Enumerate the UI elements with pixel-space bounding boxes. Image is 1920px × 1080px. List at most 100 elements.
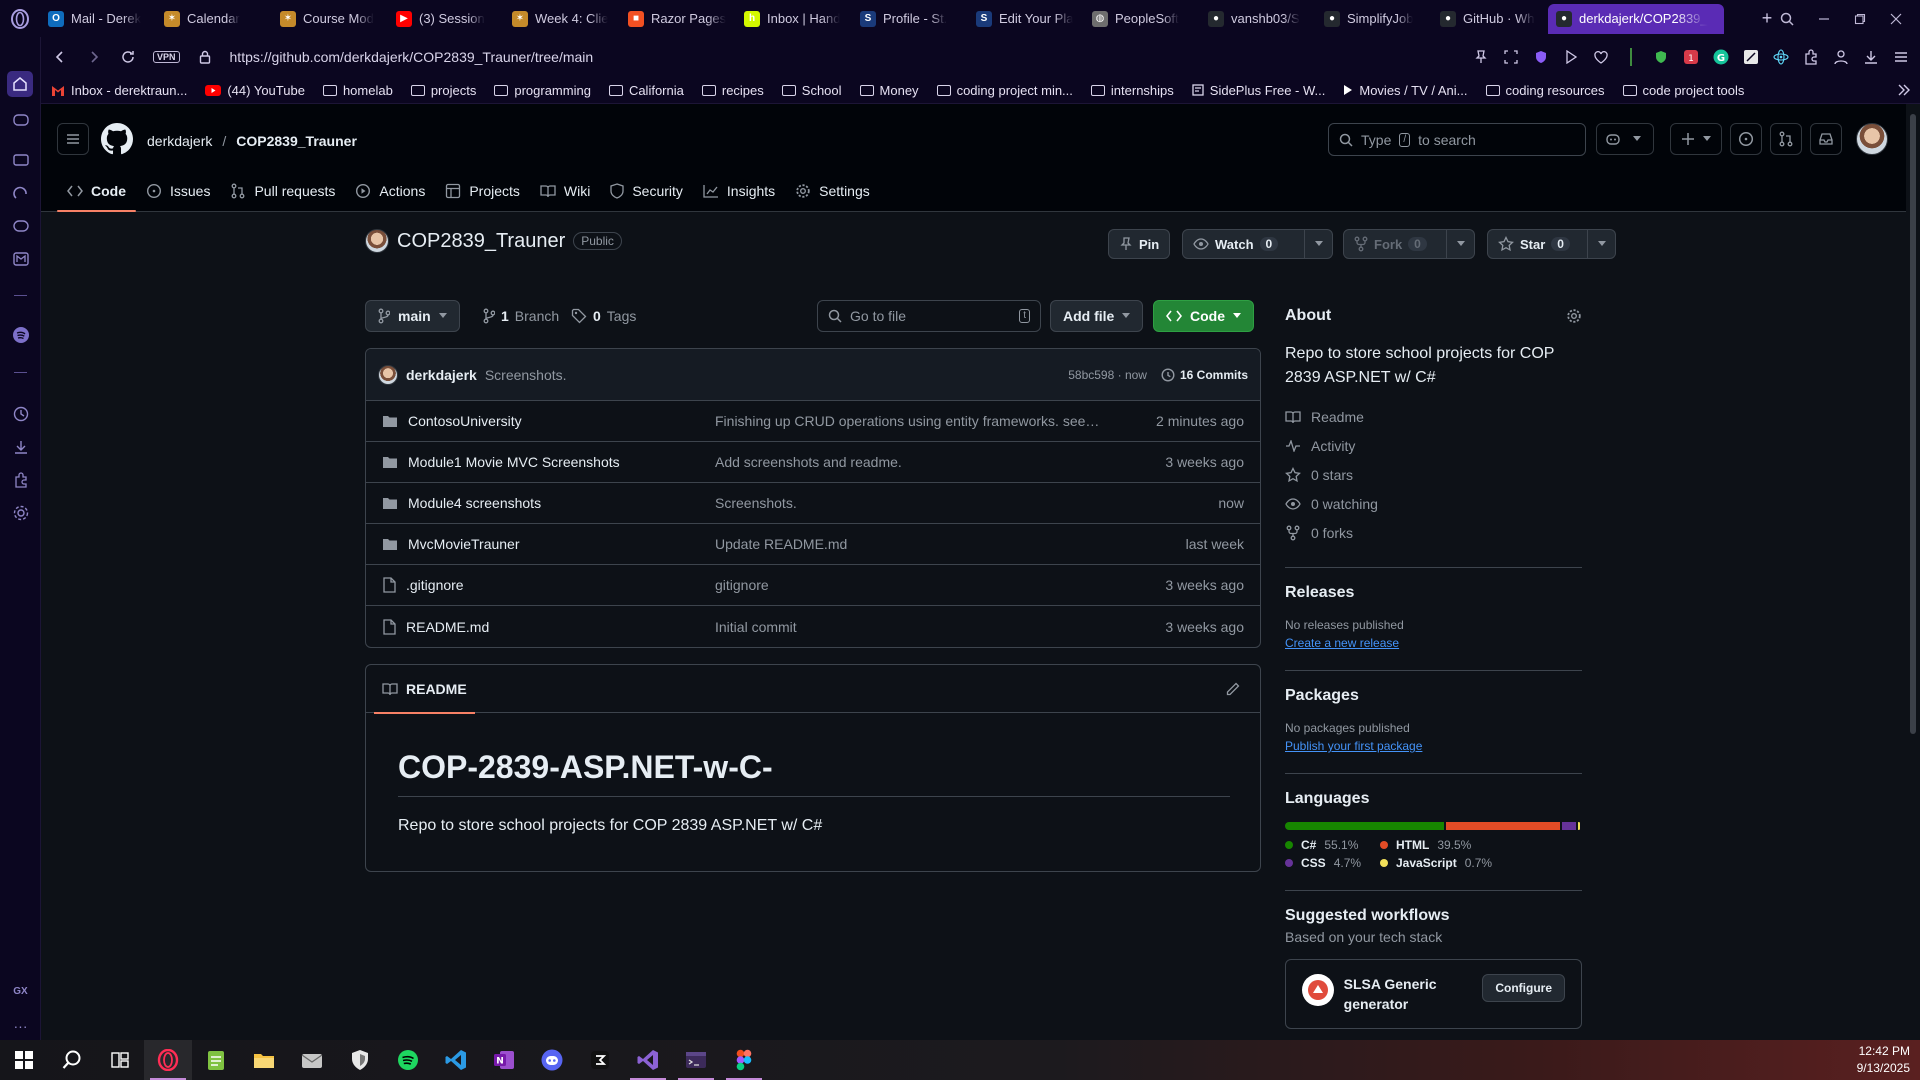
lock-icon[interactable] xyxy=(196,48,214,66)
repo-link[interactable]: COP2839_Trauner xyxy=(236,133,357,149)
browser-tab[interactable]: ● derkdajerk/COP2839_ xyxy=(1548,3,1724,34)
user-avatar[interactable] xyxy=(1856,123,1888,155)
scrollbar-thumb[interactable] xyxy=(1910,114,1916,734)
add-file-button[interactable]: Add file xyxy=(1050,300,1144,332)
tab-wiki[interactable]: Wiki xyxy=(530,170,600,212)
notes-extension-icon[interactable] xyxy=(1742,48,1760,66)
watch-dropdown-button[interactable] xyxy=(1305,229,1333,259)
fork-dropdown-button[interactable] xyxy=(1447,229,1475,259)
shield-extension-icon[interactable] xyxy=(1532,48,1550,66)
pull-requests-button[interactable] xyxy=(1770,123,1802,155)
browser-tab[interactable]: ● vanshb03/S xyxy=(1200,4,1316,34)
about-link[interactable]: 0 watching xyxy=(1285,489,1582,518)
snapshot-icon[interactable] xyxy=(1502,48,1520,66)
tags-link[interactable]: 0 Tags xyxy=(571,300,636,332)
system-clock[interactable]: 12:42 PM 9/13/2025 xyxy=(1857,1043,1920,1077)
bookmark-item[interactable]: programming xyxy=(494,83,591,98)
publish-package-link[interactable]: Publish your first package xyxy=(1285,739,1422,753)
minimize-button[interactable] xyxy=(1818,13,1830,25)
windows-start-icon[interactable] xyxy=(0,1040,48,1080)
easy-setup-icon[interactable] xyxy=(1892,48,1910,66)
github-logo-icon[interactable] xyxy=(101,123,133,155)
vpn-badge[interactable]: VPN xyxy=(153,51,180,63)
search-input[interactable]: Type / to search xyxy=(1328,123,1586,156)
commit-author[interactable]: derkdajerk xyxy=(406,367,477,383)
bookmark-item[interactable]: recipes xyxy=(701,83,764,98)
new-tab-button[interactable]: + xyxy=(1754,6,1780,32)
owner-avatar[interactable] xyxy=(365,229,389,253)
tab-actions[interactable]: Actions xyxy=(345,170,435,212)
ublock-icon[interactable] xyxy=(1652,48,1670,66)
more-icon[interactable]: ··· xyxy=(10,1015,31,1036)
file-name-link[interactable]: Module1 Movie MVC Screenshots xyxy=(408,454,620,470)
home-icon[interactable] xyxy=(7,71,33,97)
table-row[interactable]: .gitignore gitignore 3 weeks ago xyxy=(366,565,1260,606)
file-commit-message[interactable]: Update README.md xyxy=(715,536,1100,552)
notepad-taskbar-icon[interactable] xyxy=(192,1040,240,1080)
file-commit-message[interactable]: Add screenshots and readme. xyxy=(715,454,1100,470)
hamburger-menu-button[interactable] xyxy=(57,123,89,155)
configure-button[interactable]: Configure xyxy=(1482,974,1565,1002)
figma-taskbar-icon[interactable] xyxy=(720,1040,768,1080)
terminal-taskbar-icon[interactable] xyxy=(672,1040,720,1080)
browser-search-icon[interactable] xyxy=(1780,12,1794,26)
back-icon[interactable] xyxy=(51,48,69,66)
packages-title[interactable]: Packages xyxy=(1285,687,1582,705)
file-explorer-icon[interactable] xyxy=(240,1040,288,1080)
pin-button[interactable]: Pin xyxy=(1108,229,1171,259)
url-field[interactable]: https://github.com/derkdajerk/COP2839_Tr… xyxy=(230,49,594,65)
player-control-icon[interactable] xyxy=(1562,48,1580,66)
file-name-link[interactable]: README.md xyxy=(406,619,489,635)
mail-taskbar-icon[interactable] xyxy=(288,1040,336,1080)
close-window-button[interactable] xyxy=(1890,13,1902,25)
go-to-file-input[interactable]: Go to file t xyxy=(817,300,1041,332)
gx-icon[interactable]: GX xyxy=(10,981,31,1002)
owner-link[interactable]: derkdajerk xyxy=(147,133,212,149)
history-icon[interactable] xyxy=(10,403,31,424)
pin-page-icon[interactable] xyxy=(1472,48,1490,66)
heart-icon[interactable] xyxy=(1592,48,1610,66)
code-button[interactable]: Code xyxy=(1153,300,1254,332)
tab-pull-requests[interactable]: Pull requests xyxy=(220,170,345,212)
opera-gx-taskbar-icon[interactable] xyxy=(144,1040,192,1080)
spotify-sidebar-icon[interactable] xyxy=(10,324,31,345)
extensions-icon[interactable] xyxy=(10,469,31,490)
copilot-button[interactable] xyxy=(1596,123,1654,155)
tab-insights[interactable]: Insights xyxy=(693,170,785,212)
spotify-taskbar-icon[interactable] xyxy=(384,1040,432,1080)
restore-button[interactable] xyxy=(1854,13,1866,25)
table-row[interactable]: Module1 Movie MVC Screenshots Add screen… xyxy=(366,442,1260,483)
tab-code[interactable]: Code xyxy=(57,170,136,212)
bookmark-item[interactable]: homelab xyxy=(322,83,393,98)
bookmark-item[interactable]: SidePlus Free - W... xyxy=(1192,83,1325,98)
file-commit-message[interactable]: Screenshots. xyxy=(715,495,1100,511)
downloads-icon[interactable] xyxy=(10,436,31,457)
extension-badge-icon[interactable]: 1 xyxy=(1682,48,1700,66)
bookmark-item[interactable]: California xyxy=(608,83,684,98)
terminal-app-icon[interactable] xyxy=(576,1040,624,1080)
aria-icon[interactable] xyxy=(10,182,31,203)
grammarly-icon[interactable]: G xyxy=(1712,48,1730,66)
browser-tab[interactable]: ● GitHub · Wh xyxy=(1432,4,1548,34)
browser-tab[interactable]: ✶ Week 4: Clie xyxy=(504,4,620,34)
commit-sha[interactable]: 58bc598 xyxy=(1068,368,1114,382)
inbox-button[interactable] xyxy=(1810,123,1842,155)
gamepad-icon[interactable] xyxy=(10,109,31,130)
file-name-link[interactable]: ContosoUniversity xyxy=(408,413,522,429)
file-name-link[interactable]: MvcMovieTrauner xyxy=(408,536,520,552)
forward-icon[interactable] xyxy=(85,48,103,66)
bookmark-item[interactable]: Movies / TV / Ani... xyxy=(1343,83,1468,98)
file-name-link[interactable]: .gitignore xyxy=(406,577,464,593)
file-commit-message[interactable]: gitignore xyxy=(715,577,1100,593)
tab-settings[interactable]: Settings xyxy=(785,170,880,212)
onenote-taskbar-icon[interactable]: N xyxy=(480,1040,528,1080)
browser-tab[interactable]: O Mail - Derek xyxy=(40,4,156,34)
react-devtools-icon[interactable] xyxy=(1772,48,1790,66)
bookmark-item[interactable]: Inbox - derektraun... xyxy=(51,83,187,98)
discord-sidebar-icon[interactable] xyxy=(10,215,31,236)
bookmark-item[interactable]: (44) YouTube xyxy=(205,83,305,98)
browser-tab[interactable]: S Profile - St. xyxy=(852,4,968,34)
profile-icon[interactable] xyxy=(1832,48,1850,66)
tab-issues[interactable]: Issues xyxy=(136,170,220,212)
browser-tab[interactable]: S Edit Your Pla xyxy=(968,4,1084,34)
